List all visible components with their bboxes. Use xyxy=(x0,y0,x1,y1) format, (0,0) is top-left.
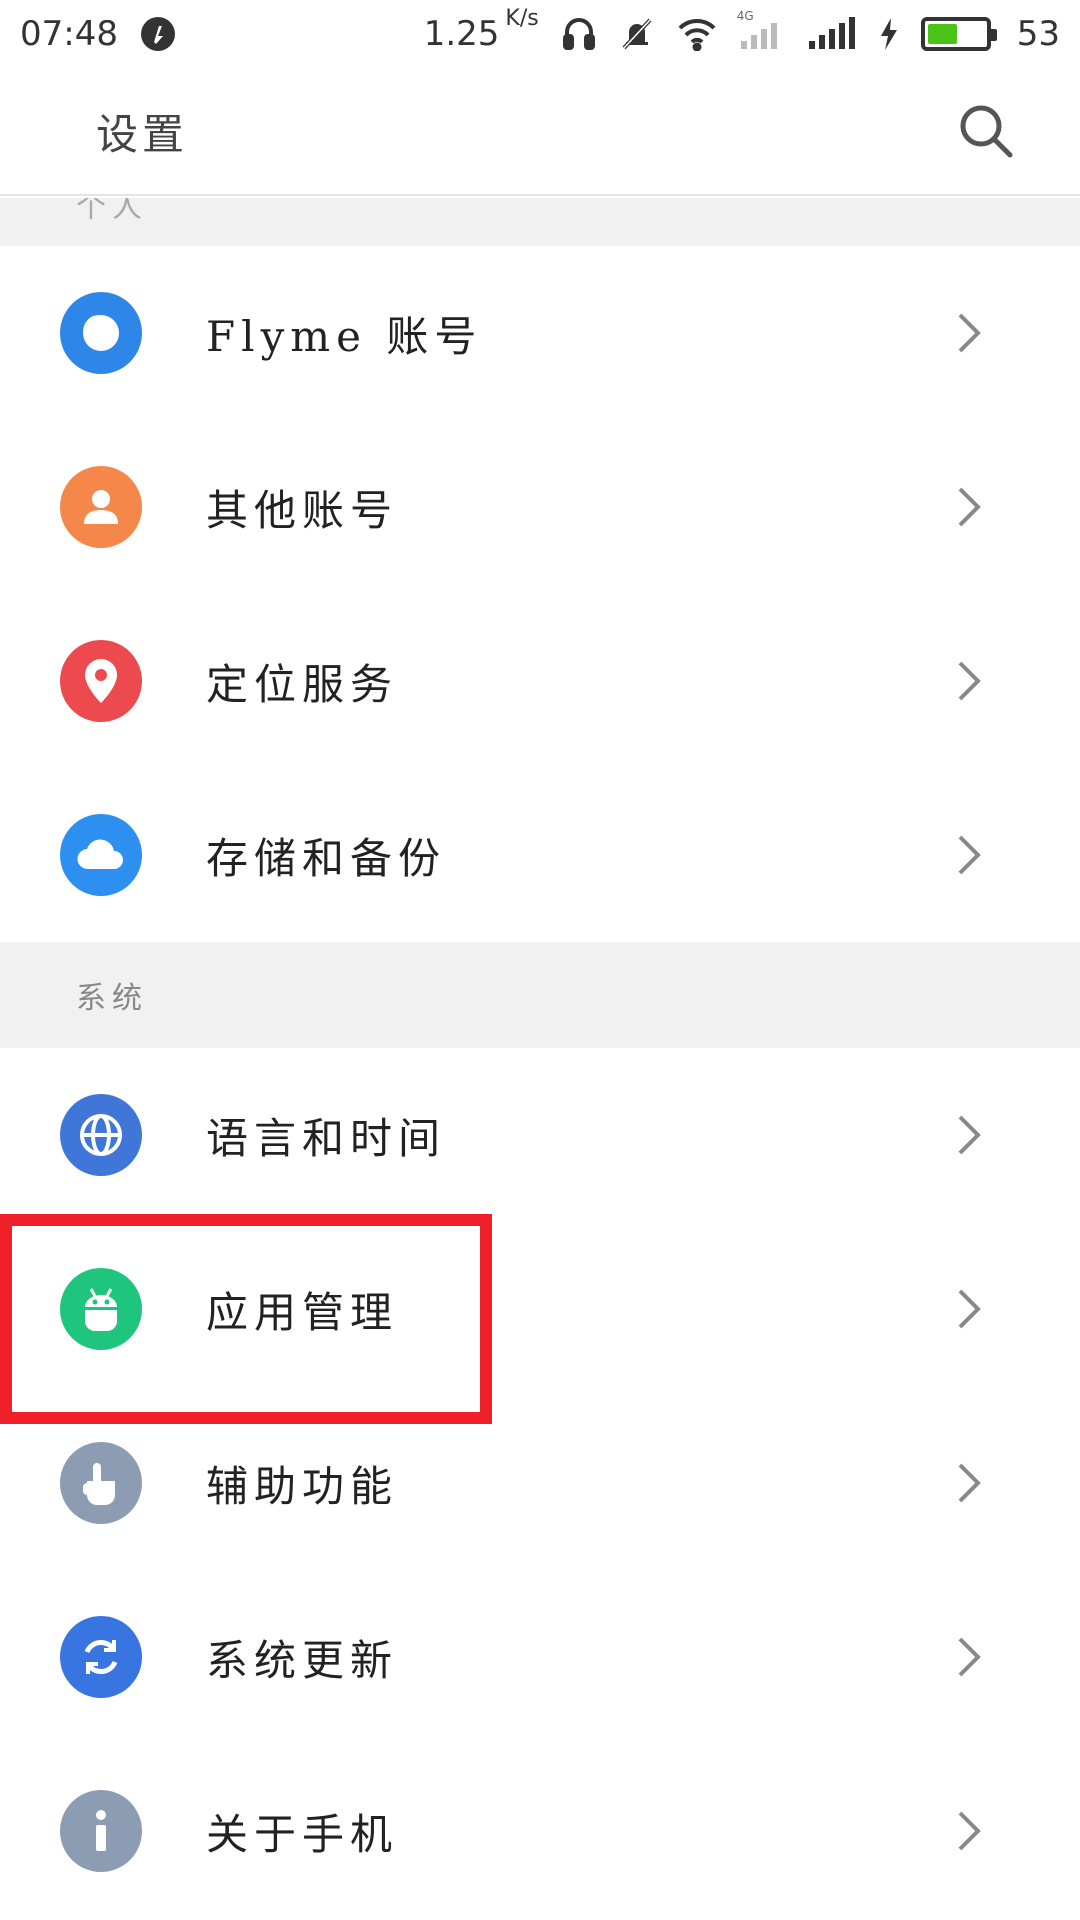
chevron-right-icon xyxy=(950,313,990,353)
signal-4g-icon: 4G xyxy=(737,9,785,51)
settings-item-location[interactable]: 定位服务 xyxy=(0,594,1080,768)
settings-item-accessibility[interactable]: 辅助功能 xyxy=(0,1396,1080,1570)
settings-item-label: Flyme 账号 xyxy=(206,311,483,361)
hand-pointer-icon xyxy=(60,1442,142,1524)
headphones-icon xyxy=(561,16,597,52)
settings-item-app-management[interactable]: 应用管理 xyxy=(0,1222,1080,1396)
settings-item-label: 辅助功能 xyxy=(206,1461,399,1511)
settings-item-label: 应用管理 xyxy=(206,1287,399,1337)
battery-icon xyxy=(920,17,997,51)
chevron-right-icon xyxy=(950,1289,990,1329)
section-header-personal: 个人 xyxy=(0,198,1080,246)
section-label-system: 系统 xyxy=(76,981,148,1016)
flyme-account-icon xyxy=(60,292,142,374)
section-label-personal: 个人 xyxy=(76,198,148,225)
page-title: 设置 xyxy=(96,109,189,159)
settings-item-system-update[interactable]: 系统更新 xyxy=(0,1570,1080,1744)
android-icon xyxy=(60,1268,142,1350)
mute-bell-icon xyxy=(619,16,655,52)
settings-item-label: 其他账号 xyxy=(206,485,399,535)
status-time: 07:48 xyxy=(20,14,118,54)
chevron-right-icon xyxy=(950,487,990,527)
info-icon xyxy=(60,1790,142,1872)
settings-item-label: 关于手机 xyxy=(206,1809,399,1859)
search-icon xyxy=(960,105,1013,158)
battery-fill xyxy=(927,24,958,44)
search-button[interactable] xyxy=(954,99,1018,163)
wifi-icon xyxy=(677,17,717,51)
chevron-right-icon xyxy=(950,661,990,701)
chevron-right-icon xyxy=(950,1811,990,1851)
settings-item-flyme-account[interactable]: Flyme 账号 xyxy=(0,246,1080,420)
chevron-right-icon xyxy=(950,835,990,875)
settings-item-label: 语言和时间 xyxy=(206,1113,447,1163)
chevron-right-icon xyxy=(950,1637,990,1677)
app-header: 设置 xyxy=(0,68,1080,196)
settings-item-language-time[interactable]: 语言和时间 xyxy=(0,1048,1080,1222)
location-pin-icon xyxy=(60,640,142,722)
settings-list: 个人 Flyme 账号 其他账号 定位服务 存储和备份 系统 语言和时间 应用管… xyxy=(0,198,1080,1918)
status-bar: 07:48 1.25 K/s 4G 53 xyxy=(0,0,1080,68)
person-icon xyxy=(60,466,142,548)
settings-item-other-accounts[interactable]: 其他账号 xyxy=(0,420,1080,594)
settings-item-storage-backup[interactable]: 存储和备份 xyxy=(0,768,1080,942)
settings-item-label: 存储和备份 xyxy=(206,833,447,883)
section-header-system: 系统 xyxy=(0,942,1080,1048)
signal-bars-icon xyxy=(807,17,857,51)
cloud-icon xyxy=(60,814,142,896)
refresh-icon xyxy=(60,1616,142,1698)
chevron-right-icon xyxy=(950,1115,990,1155)
settings-item-label: 定位服务 xyxy=(206,659,399,709)
settings-item-label: 系统更新 xyxy=(206,1635,399,1685)
charging-bolt-icon xyxy=(879,18,899,50)
settings-screen: 07:48 1.25 K/s 4G 53 设置 个人 Flyme 账号 其他账号… xyxy=(0,0,1080,1920)
app-notification-icon xyxy=(140,16,176,52)
settings-item-about-phone[interactable]: 关于手机 xyxy=(0,1744,1080,1918)
battery-percent: 53 xyxy=(1016,14,1060,54)
globe-icon xyxy=(60,1094,142,1176)
chevron-right-icon xyxy=(950,1463,990,1503)
network-speed: 1.25 K/s xyxy=(423,6,539,54)
